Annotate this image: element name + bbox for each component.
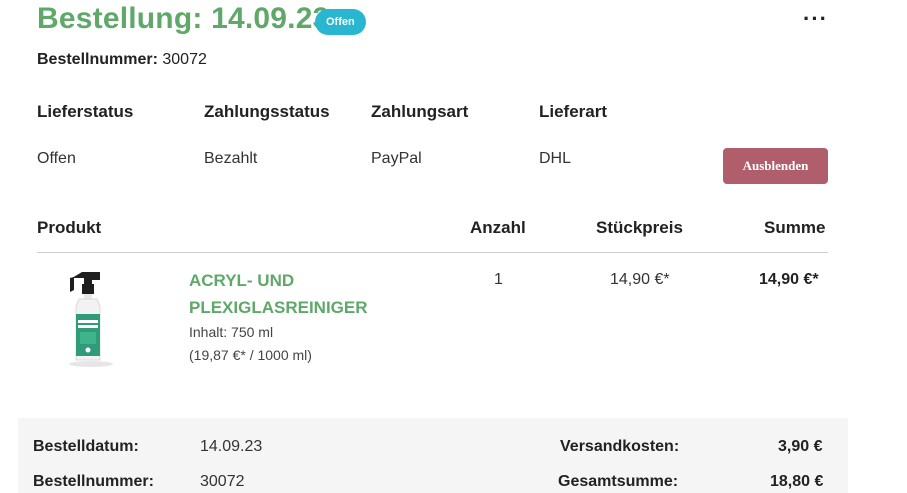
order-number-label: Bestellnummer: <box>37 51 158 68</box>
product-base-price: (19,87 €* / 1000 ml) <box>189 347 312 363</box>
more-horizontal-icon[interactable]: ··· <box>803 6 828 32</box>
summary-date-label: Bestelldatum: <box>33 438 139 455</box>
summary-shipping-label: Versandkosten: <box>560 438 680 455</box>
summary-shipping: 3,90 € <box>778 438 823 455</box>
status-badge: Offen <box>315 9 366 35</box>
page-title: Bestellung: 14.09.23 <box>37 2 330 35</box>
value-lieferart: DHL <box>539 150 572 167</box>
label-zahlungsstatus: Zahlungsstatus <box>204 102 330 121</box>
summary-number-label: Bestellnummer: <box>33 473 154 490</box>
label-lieferstatus: Lieferstatus <box>37 102 134 121</box>
hide-button[interactable]: Ausblenden <box>723 148 828 184</box>
order-number: Bestellnummer: 30072 <box>37 51 207 69</box>
item-unit-price: 14,90 €* <box>610 271 670 288</box>
product-content: Inhalt: 750 ml <box>189 324 274 340</box>
label-lieferart: Lieferart <box>539 102 608 121</box>
th-produkt: Produkt <box>37 218 102 237</box>
th-stueckpreis: Stückpreis <box>596 218 683 237</box>
item-total: 14,90 €* <box>759 271 819 288</box>
table-divider <box>37 252 828 253</box>
product-name-link[interactable]: Acryl- und Plexiglasreiniger <box>189 267 419 321</box>
summary-total: 18,80 € <box>770 473 824 490</box>
th-summe: Summe <box>764 218 826 237</box>
value-lieferstatus: Offen <box>37 150 76 167</box>
item-quantity: 1 <box>494 271 503 288</box>
value-zahlungsstatus: Bezahlt <box>204 150 258 167</box>
th-anzahl: Anzahl <box>470 218 526 237</box>
summary-date: 14.09.23 <box>200 438 263 455</box>
order-number-value: 30072 <box>162 51 207 68</box>
summary-total-label: Gesamtsumme: <box>558 473 679 490</box>
label-zahlungsart: Zahlungsart <box>371 102 469 121</box>
spray-bottle-icon[interactable] <box>62 268 120 368</box>
summary-number: 30072 <box>200 473 245 490</box>
value-zahlungsart: PayPal <box>371 150 422 167</box>
